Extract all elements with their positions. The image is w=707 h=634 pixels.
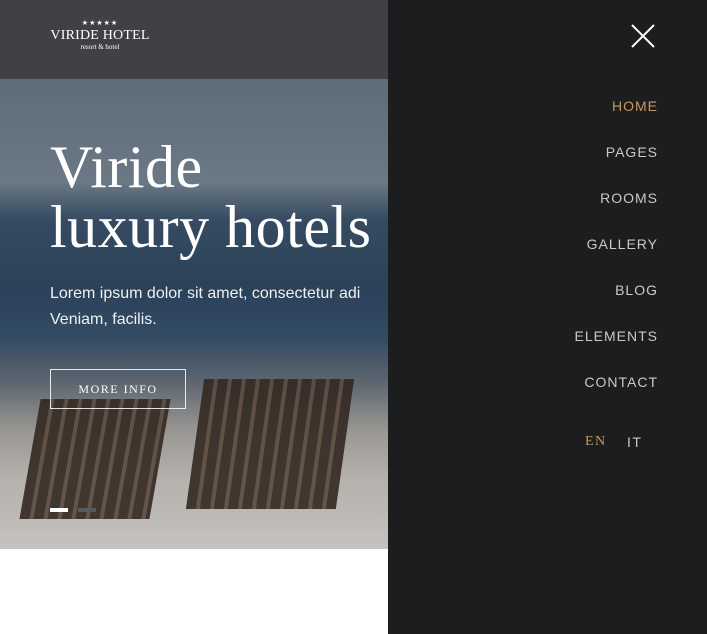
- nav-item-pages[interactable]: PAGES: [575, 140, 658, 186]
- hero-title-line: luxury hotels: [50, 194, 372, 260]
- language-en[interactable]: EN: [585, 432, 607, 452]
- nav-item-blog[interactable]: BLOG: [575, 278, 658, 324]
- nav-item-home[interactable]: HOME: [575, 94, 658, 140]
- hotel-logo[interactable]: ★★★★★ VIRIDE HOTEL resort & hotel: [50, 20, 150, 51]
- hero-description-line: Lorem ipsum dolor sit amet, consectetur …: [50, 285, 361, 302]
- hero-title: Viride luxury hotels: [50, 137, 371, 257]
- language-it[interactable]: IT: [627, 432, 642, 452]
- slide-dot-1[interactable]: [50, 508, 68, 512]
- more-info-button[interactable]: MORE INFO: [50, 369, 186, 409]
- nav-item-rooms[interactable]: ROOMS: [575, 186, 658, 232]
- hero-description: Lorem ipsum dolor sit amet, consectetur …: [50, 281, 390, 333]
- nav-item-gallery[interactable]: GALLERY: [575, 232, 658, 278]
- logo-stars: ★★★★★: [81, 20, 119, 27]
- menu-panel: HOME PAGES ROOMS GALLERY BLOG ELEMENTS C…: [388, 0, 707, 634]
- nav-item-contact[interactable]: CONTACT: [575, 370, 658, 416]
- hero-title-line: Viride: [50, 134, 203, 200]
- close-icon[interactable]: [630, 23, 656, 49]
- logo-name: VIRIDE HOTEL: [50, 28, 150, 43]
- logo-tagline: resort & hotel: [80, 43, 120, 51]
- hero-description-line: Veniam, facilis.: [50, 311, 157, 328]
- main-nav: HOME PAGES ROOMS GALLERY BLOG ELEMENTS C…: [575, 94, 658, 416]
- nav-item-elements[interactable]: ELEMENTS: [575, 324, 658, 370]
- slide-dot-2[interactable]: [78, 508, 96, 512]
